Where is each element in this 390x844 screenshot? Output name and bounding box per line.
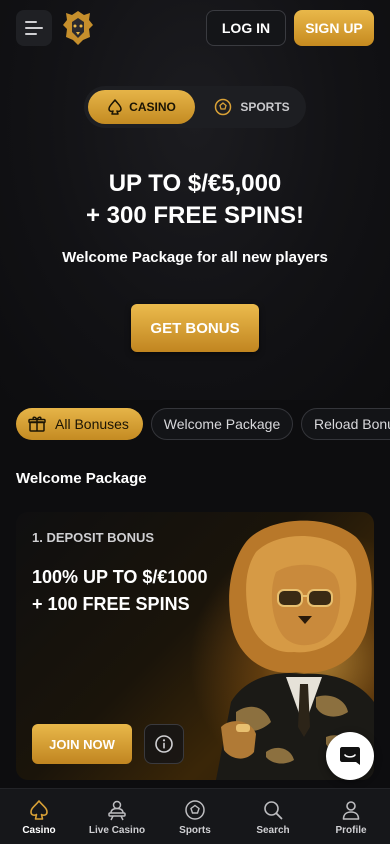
bottom-nav: Casino Live Casino Sports Search Profile	[0, 788, 390, 844]
top-header: LOG IN SIGN UP	[0, 0, 390, 56]
toggle-casino[interactable]: CASINO	[88, 90, 195, 124]
bonus-filter-chips: All Bonuses Welcome Package Reload Bonu	[16, 408, 390, 440]
lion-logo[interactable]	[62, 10, 94, 46]
join-now-button[interactable]: JOIN NOW	[32, 724, 132, 764]
nav-label: Search	[256, 824, 290, 836]
nav-label: Profile	[335, 824, 367, 836]
info-button[interactable]	[144, 724, 184, 764]
card-title: 100% UP TO $/€1000 + 100 FREE SPINS	[32, 564, 262, 618]
hero-title-line1: UP TO $/€5,000	[108, 170, 282, 197]
nav-live-casino[interactable]: Live Casino	[78, 789, 156, 844]
hero-title: UP TO $/€5,000 + 300 FREE SPINS!	[0, 168, 390, 232]
hero-subtitle: Welcome Package for all new players	[62, 249, 328, 266]
nav-label: Sports	[179, 824, 211, 836]
casino-sports-toggle: CASINO SPORTS	[84, 86, 306, 128]
dealer-icon	[108, 800, 126, 820]
chip-label: All Bonuses	[55, 416, 129, 432]
nav-sports[interactable]: Sports	[156, 789, 234, 844]
login-button[interactable]: LOG IN	[206, 10, 286, 46]
ball-icon	[185, 799, 205, 820]
profile-icon	[342, 800, 360, 820]
chip-welcome-package[interactable]: Welcome Package	[151, 408, 293, 440]
spade-icon	[108, 99, 122, 115]
toggle-casino-label: CASINO	[129, 100, 176, 114]
chip-reload-bonus[interactable]: Reload Bonu	[301, 408, 390, 440]
signup-button[interactable]: SIGN UP	[294, 10, 374, 46]
card-title-line1: 100% UP TO $/€1000	[32, 567, 208, 587]
gift-icon	[28, 416, 46, 432]
chat-icon	[340, 747, 360, 765]
chat-button[interactable]	[326, 732, 374, 780]
chip-all-bonuses[interactable]: All Bonuses	[16, 408, 143, 440]
search-icon	[264, 800, 283, 819]
hero-title-line2: + 300 FREE SPINS!	[85, 202, 305, 229]
chip-label: Reload Bonu	[314, 416, 390, 432]
nav-search[interactable]: Search	[234, 789, 312, 844]
toggle-sports[interactable]: SPORTS	[202, 90, 302, 124]
nav-casino[interactable]: Casino	[0, 789, 78, 844]
ball-icon	[215, 98, 232, 116]
bonus-card[interactable]: 1. DEPOSIT BONUS 100% UP TO $/€1000 + 10…	[16, 512, 374, 780]
toggle-sports-label: SPORTS	[240, 100, 290, 114]
get-bonus-button[interactable]: GET BONUS	[131, 304, 259, 352]
chip-label: Welcome Package	[163, 416, 281, 432]
nav-label: Casino	[22, 824, 56, 836]
spade-icon	[30, 799, 48, 820]
card-title-line2: + 100 FREE SPINS	[32, 594, 190, 614]
info-icon	[155, 735, 173, 753]
nav-label: Live Casino	[88, 824, 146, 836]
nav-profile[interactable]: Profile	[312, 789, 390, 844]
section-title: Welcome Package	[16, 470, 147, 487]
menu-button[interactable]	[16, 10, 52, 46]
card-eyebrow: 1. DEPOSIT BONUS	[32, 530, 155, 545]
hamburger-icon	[25, 21, 43, 35]
